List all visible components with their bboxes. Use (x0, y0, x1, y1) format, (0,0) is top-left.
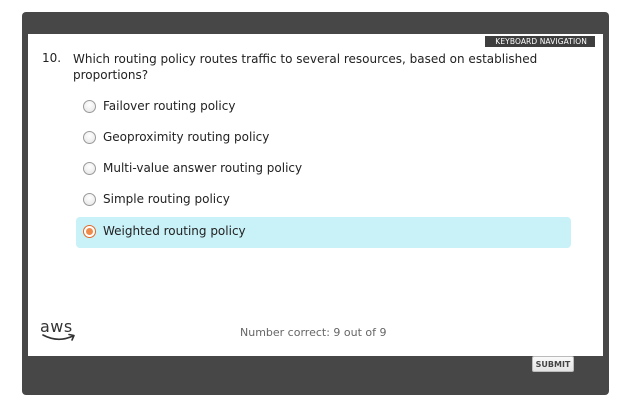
aws-smile-icon (42, 333, 75, 341)
quiz-frame: KEYBOARD NAVIGATION 10. Which routing po… (22, 12, 609, 395)
option-weighted[interactable]: Weighted routing policy (76, 217, 571, 248)
radio-button-icon[interactable] (83, 100, 96, 113)
option-multi-value-answer[interactable]: Multi-value answer routing policy (76, 154, 571, 185)
question-number: 10. (42, 51, 62, 65)
aws-logo: aws (40, 317, 80, 345)
option-label: Weighted routing policy (103, 224, 246, 238)
keyboard-navigation-button[interactable]: KEYBOARD NAVIGATION (485, 36, 595, 47)
option-label: Geoproximity routing policy (103, 130, 270, 144)
option-simple[interactable]: Simple routing policy (76, 185, 571, 216)
submit-button[interactable]: SUBMIT (532, 356, 574, 372)
answer-options: Failover routing policy Geoproximity rou… (76, 92, 571, 248)
question-panel: KEYBOARD NAVIGATION 10. Which routing po… (28, 34, 603, 356)
option-geoproximity[interactable]: Geoproximity routing policy (76, 123, 571, 154)
radio-button-selected-icon[interactable] (83, 225, 96, 238)
score-text: Number correct: 9 out of 9 (240, 326, 387, 339)
radio-button-icon[interactable] (83, 131, 96, 144)
question-text: Which routing policy routes traffic to s… (73, 52, 538, 82)
option-label: Simple routing policy (103, 192, 230, 206)
radio-button-icon[interactable] (83, 162, 96, 175)
radio-button-icon[interactable] (83, 193, 96, 206)
option-label: Failover routing policy (103, 99, 236, 113)
option-failover[interactable]: Failover routing policy (76, 92, 571, 123)
option-label: Multi-value answer routing policy (103, 161, 303, 175)
